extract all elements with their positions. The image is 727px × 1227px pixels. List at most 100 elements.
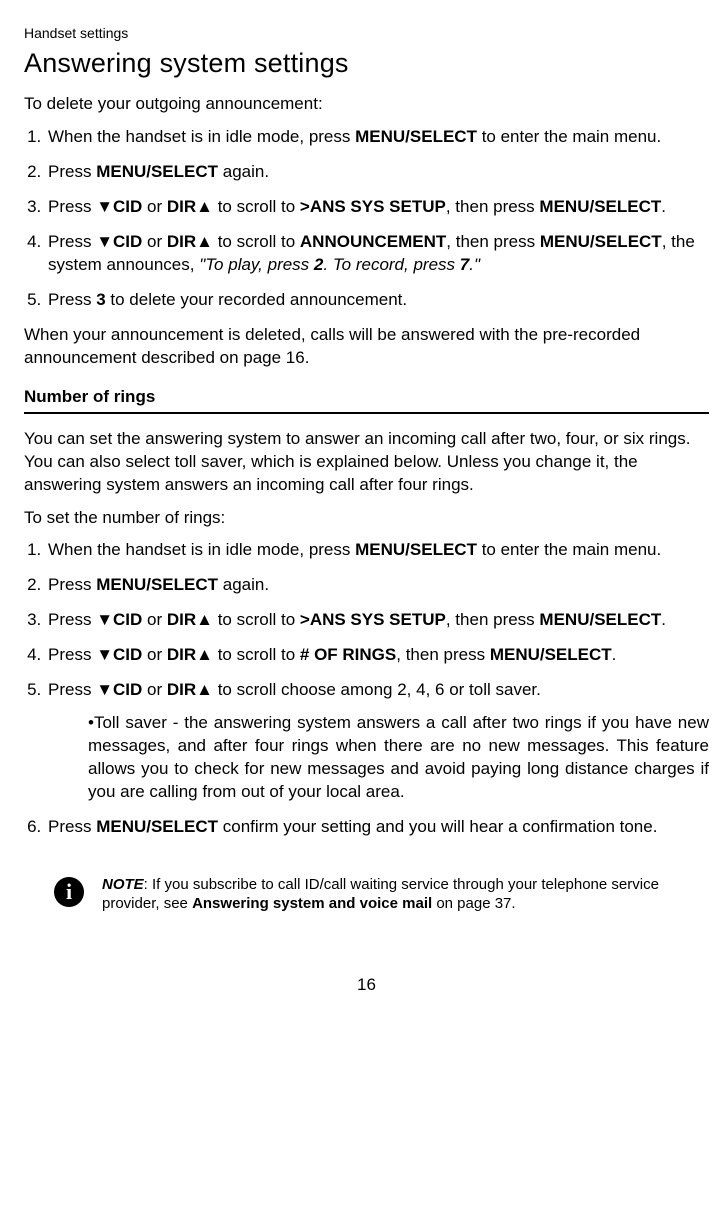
text: to scroll to bbox=[213, 645, 300, 664]
text: to scroll to bbox=[213, 197, 300, 216]
menu-target: # OF RINGS bbox=[300, 645, 396, 664]
menu-target: ANNOUNCEMENT bbox=[300, 232, 446, 251]
text: on page 37. bbox=[432, 895, 515, 912]
text: again. bbox=[218, 575, 269, 594]
step: Press ▼CID or DIR▲ to scroll to >ANS SYS… bbox=[46, 609, 709, 632]
menu-key: MENU bbox=[96, 162, 146, 181]
text: . bbox=[612, 645, 617, 664]
cid-key: ▼CID bbox=[96, 645, 142, 664]
menu-key: MENU/ bbox=[355, 127, 410, 146]
step: Press ▼CID or DIR▲ to scroll to # OF RIN… bbox=[46, 644, 709, 667]
text: confirm your setting and you will hear a… bbox=[218, 817, 657, 836]
text: When the handset is in idle mode, press bbox=[48, 127, 355, 146]
text: , then press bbox=[446, 232, 540, 251]
text: or bbox=[142, 645, 167, 664]
text: Press bbox=[48, 610, 96, 629]
toll-saver-bullet: •Toll saver - the answering system answe… bbox=[88, 712, 709, 804]
quote: "To play, press bbox=[199, 255, 314, 274]
select-key: /SELECT bbox=[146, 162, 218, 181]
menu-key: MENU bbox=[539, 610, 589, 629]
subheading-rings: Number of rings bbox=[24, 386, 709, 414]
text: . bbox=[661, 610, 666, 629]
post-delete-note: When your announcement is deleted, calls… bbox=[24, 324, 709, 370]
step: Press ▼CID or DIR▲ to scroll to ANNOUNCE… bbox=[46, 231, 709, 277]
dir-key: DIR▲ bbox=[167, 680, 213, 699]
text: Press bbox=[48, 680, 96, 699]
cid-key: ▼CID bbox=[96, 610, 142, 629]
cross-ref: Answering system and voice mail bbox=[192, 895, 432, 912]
menu-key: MENU bbox=[540, 232, 590, 251]
note-label: NOTE bbox=[102, 876, 144, 893]
info-icon: i bbox=[54, 877, 84, 907]
step: Press ▼CID or DIR▲ to scroll choose amon… bbox=[46, 679, 709, 804]
step: Press ▼CID or DIR▲ to scroll to >ANS SYS… bbox=[46, 196, 709, 219]
step: Press MENU/SELECT again. bbox=[46, 574, 709, 597]
text: Press bbox=[48, 232, 96, 251]
menu-key: MENU bbox=[539, 197, 589, 216]
text: Press bbox=[48, 197, 96, 216]
quote: ." bbox=[469, 255, 480, 274]
text: Press bbox=[48, 290, 96, 309]
select-key: /SELECT bbox=[590, 232, 662, 251]
text: to enter the main menu. bbox=[477, 540, 661, 559]
text: Press bbox=[48, 817, 96, 836]
step: When the handset is in idle mode, press … bbox=[46, 126, 709, 149]
text: or bbox=[142, 232, 167, 251]
menu-key: MENU bbox=[96, 575, 146, 594]
note-block: i NOTE: If you subscribe to call ID/call… bbox=[54, 875, 709, 914]
step: Press MENU/SELECT confirm your setting a… bbox=[46, 816, 709, 839]
text: Press bbox=[48, 575, 96, 594]
text: Press bbox=[48, 162, 96, 181]
text: , then press bbox=[446, 610, 540, 629]
select-key: /SELECT bbox=[589, 197, 661, 216]
select-key: /SELECT bbox=[146, 817, 218, 836]
steps-delete: When the handset is in idle mode, press … bbox=[24, 126, 709, 312]
text: , then press bbox=[396, 645, 490, 664]
text: or bbox=[142, 610, 167, 629]
select-key: /SELECT bbox=[589, 610, 661, 629]
intro-rings: To set the number of rings: bbox=[24, 507, 709, 530]
key-2: 2 bbox=[314, 255, 323, 274]
menu-key: MENU bbox=[490, 645, 540, 664]
text: , then press bbox=[446, 197, 540, 216]
text: or bbox=[142, 680, 167, 699]
text: to scroll to bbox=[213, 610, 300, 629]
text: to enter the main menu. bbox=[477, 127, 661, 146]
page-title: Answering system settings bbox=[24, 45, 709, 81]
page-number: 16 bbox=[24, 974, 709, 997]
step: When the handset is in idle mode, press … bbox=[46, 539, 709, 562]
select-key: /SELECT bbox=[146, 575, 218, 594]
text: Press bbox=[48, 645, 96, 664]
text: to scroll to bbox=[213, 232, 300, 251]
cid-key: ▼CID bbox=[96, 232, 142, 251]
text: or bbox=[142, 197, 167, 216]
cid-key: ▼CID bbox=[96, 197, 142, 216]
steps-rings: When the handset is in idle mode, press … bbox=[24, 539, 709, 838]
text: to scroll choose among 2, 4, 6 or toll s… bbox=[213, 680, 541, 699]
menu-key: MENU bbox=[96, 817, 146, 836]
step: Press 3 to delete your recorded announce… bbox=[46, 289, 709, 312]
select-key: /SELECT bbox=[540, 645, 612, 664]
select-key: SELECT bbox=[410, 540, 477, 559]
key-3: 3 bbox=[96, 290, 105, 309]
section-header: Handset settings bbox=[24, 24, 709, 43]
menu-key: MENU/ bbox=[355, 540, 410, 559]
key-7: 7 bbox=[460, 255, 469, 274]
select-key: SELECT bbox=[410, 127, 477, 146]
intro-delete: To delete your outgoing announcement: bbox=[24, 93, 709, 116]
menu-target: >ANS SYS SETUP bbox=[300, 197, 446, 216]
dir-key: DIR▲ bbox=[167, 610, 213, 629]
menu-target: >ANS SYS SETUP bbox=[300, 610, 446, 629]
dir-key: DIR▲ bbox=[167, 645, 213, 664]
note-text: NOTE: If you subscribe to call ID/call w… bbox=[102, 875, 699, 914]
text: . bbox=[661, 197, 666, 216]
rings-description: You can set the answering system to answ… bbox=[24, 428, 709, 497]
text: When the handset is in idle mode, press bbox=[48, 540, 355, 559]
text: to delete your recorded announcement. bbox=[106, 290, 407, 309]
text: again. bbox=[218, 162, 269, 181]
dir-key: DIR▲ bbox=[167, 197, 213, 216]
cid-key: ▼CID bbox=[96, 680, 142, 699]
dir-key: DIR▲ bbox=[167, 232, 213, 251]
quote: . To record, press bbox=[323, 255, 459, 274]
step: Press MENU/SELECT again. bbox=[46, 161, 709, 184]
